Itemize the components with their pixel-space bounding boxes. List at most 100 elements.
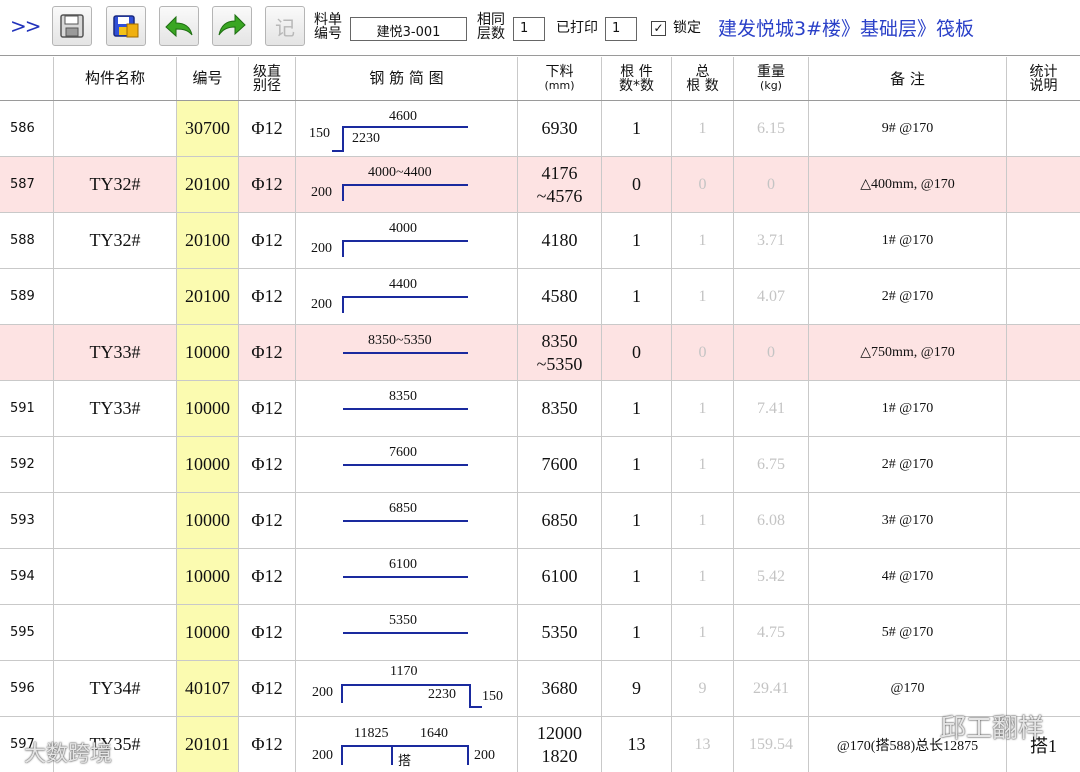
header-code[interactable]: 编号 bbox=[177, 57, 239, 100]
header-component-name[interactable]: 构件名称 bbox=[54, 57, 177, 100]
table-row[interactable]: 592 10000 Φ12 7600 7600 1 1 6.75 2# @170 bbox=[0, 437, 1080, 493]
cut-length-cell[interactable]: 3680 bbox=[518, 661, 602, 716]
header-cut-length[interactable]: 下料 (mm) bbox=[518, 57, 602, 100]
count-cell[interactable]: 1 bbox=[602, 437, 672, 492]
total-cell[interactable]: 1 bbox=[672, 437, 734, 492]
spec-cell[interactable]: Φ12 bbox=[239, 605, 296, 660]
total-cell[interactable]: 0 bbox=[672, 157, 734, 212]
spec-cell[interactable]: Φ12 bbox=[239, 325, 296, 380]
weight-cell[interactable]: 159.54 bbox=[734, 717, 809, 772]
table-row[interactable]: 588 TY32# 20100 Φ12 4000 200 4180 1 1 3.71 1# @170 bbox=[0, 213, 1080, 269]
rebar-sketch-cell[interactable]: 5350 bbox=[296, 605, 518, 660]
weight-cell[interactable]: 3.71 bbox=[734, 213, 809, 268]
remark-cell[interactable]: △400mm, @170 bbox=[809, 157, 1007, 212]
save-all-button[interactable] bbox=[106, 6, 146, 46]
remark-cell[interactable]: 4# @170 bbox=[809, 549, 1007, 604]
spec-cell[interactable]: Φ12 bbox=[239, 661, 296, 716]
spec-cell[interactable]: Φ12 bbox=[239, 437, 296, 492]
table-row[interactable]: 596 TY34# 40107 Φ12 1170 200 2230 150 3680 9 9 29.4… bbox=[0, 661, 1080, 717]
stats-cell[interactable] bbox=[1007, 493, 1080, 548]
component-name-cell[interactable] bbox=[54, 549, 177, 604]
total-cell[interactable]: 1 bbox=[672, 269, 734, 324]
table-row[interactable]: 591 TY33# 10000 Φ12 8350 8350 1 1 7.41 1# @170 bbox=[0, 381, 1080, 437]
weight-cell[interactable]: 6.75 bbox=[734, 437, 809, 492]
weight-cell[interactable]: 4.07 bbox=[734, 269, 809, 324]
code-cell[interactable]: 10000 bbox=[177, 493, 239, 548]
total-cell[interactable]: 1 bbox=[672, 549, 734, 604]
cut-length-cell[interactable]: 6100 bbox=[518, 549, 602, 604]
table-row[interactable]: 593 10000 Φ12 6850 6850 1 1 6.08 3# @170 bbox=[0, 493, 1080, 549]
rebar-sketch-cell[interactable]: 4600 150 2230 bbox=[296, 101, 518, 156]
rebar-sketch-cell[interactable]: 1170 200 2230 150 bbox=[296, 661, 518, 716]
cut-length-cell[interactable]: 4176 ~4576 bbox=[518, 157, 602, 212]
same-layers-input[interactable]: 1 bbox=[513, 17, 545, 41]
expand-toolbar-button[interactable]: >> bbox=[10, 14, 41, 38]
stats-cell[interactable] bbox=[1007, 269, 1080, 324]
rebar-sketch-cell[interactable]: 8350~5350 bbox=[296, 325, 518, 380]
total-cell[interactable]: 0 bbox=[672, 325, 734, 380]
total-cell[interactable]: 1 bbox=[672, 101, 734, 156]
header-count[interactable]: 根 件数*数 bbox=[602, 57, 672, 100]
rebar-sketch-cell[interactable]: 8350 bbox=[296, 381, 518, 436]
cut-length-cell[interactable]: 8350 bbox=[518, 381, 602, 436]
count-cell[interactable]: 0 bbox=[602, 157, 672, 212]
locked-checkbox[interactable]: ✓ bbox=[651, 21, 666, 36]
count-cell[interactable]: 9 bbox=[602, 661, 672, 716]
cut-length-cell[interactable]: 6850 bbox=[518, 493, 602, 548]
spec-cell[interactable]: Φ12 bbox=[239, 549, 296, 604]
code-cell[interactable]: 10000 bbox=[177, 549, 239, 604]
code-cell[interactable]: 10000 bbox=[177, 605, 239, 660]
component-name-cell[interactable] bbox=[54, 605, 177, 660]
header-weight[interactable]: 重量 (kg) bbox=[734, 57, 809, 100]
remark-cell[interactable]: 2# @170 bbox=[809, 269, 1007, 324]
total-cell[interactable]: 13 bbox=[672, 717, 734, 772]
rebar-sketch-cell[interactable]: 4000~4400 200 bbox=[296, 157, 518, 212]
total-cell[interactable]: 1 bbox=[672, 493, 734, 548]
stats-cell[interactable] bbox=[1007, 325, 1080, 380]
component-name-cell[interactable] bbox=[54, 437, 177, 492]
cut-length-cell[interactable]: 12000 1820 bbox=[518, 717, 602, 772]
component-name-cell[interactable]: TY34# bbox=[54, 661, 177, 716]
count-cell[interactable]: 1 bbox=[602, 605, 672, 660]
spec-cell[interactable]: Φ12 bbox=[239, 157, 296, 212]
code-cell[interactable]: 30700 bbox=[177, 101, 239, 156]
rebar-sketch-cell[interactable]: 7600 bbox=[296, 437, 518, 492]
code-cell[interactable]: 20100 bbox=[177, 213, 239, 268]
cut-length-cell[interactable]: 7600 bbox=[518, 437, 602, 492]
count-cell[interactable]: 1 bbox=[602, 101, 672, 156]
rebar-sketch-cell[interactable]: 6850 bbox=[296, 493, 518, 548]
rebar-sketch-cell[interactable]: 6100 bbox=[296, 549, 518, 604]
table-row[interactable]: 595 10000 Φ12 5350 5350 1 1 4.75 5# @170 bbox=[0, 605, 1080, 661]
stats-cell[interactable] bbox=[1007, 437, 1080, 492]
remark-cell[interactable]: 3# @170 bbox=[809, 493, 1007, 548]
spec-cell[interactable]: Φ12 bbox=[239, 101, 296, 156]
count-cell[interactable]: 1 bbox=[602, 269, 672, 324]
spec-cell[interactable]: Φ12 bbox=[239, 269, 296, 324]
total-cell[interactable]: 1 bbox=[672, 605, 734, 660]
rebar-sketch-cell[interactable]: 11825 1640 200 200 搭 bbox=[296, 717, 518, 772]
table-row[interactable]: TY33# 10000 Φ12 8350~5350 8350 ~5350 0 0 0 △750mm… bbox=[0, 325, 1080, 381]
weight-cell[interactable]: 0 bbox=[734, 325, 809, 380]
table-row[interactable]: 597 TY35# 20101 Φ12 11825 1640 200 200 搭 12000 182… bbox=[0, 717, 1080, 772]
table-row[interactable]: 587 TY32# 20100 Φ12 4000~4400 200 4176 ~4576 0 0 0… bbox=[0, 157, 1080, 213]
material-code-input[interactable]: 建悦3-001 bbox=[350, 17, 467, 41]
remark-cell[interactable]: 5# @170 bbox=[809, 605, 1007, 660]
redo-button[interactable] bbox=[212, 6, 252, 46]
header-stats[interactable]: 统计 说明 bbox=[1007, 57, 1080, 100]
printed-count-input[interactable]: 1 bbox=[605, 17, 637, 41]
component-name-cell[interactable] bbox=[54, 269, 177, 324]
code-cell[interactable]: 10000 bbox=[177, 325, 239, 380]
table-row[interactable]: 594 10000 Φ12 6100 6100 1 1 5.42 4# @170 bbox=[0, 549, 1080, 605]
count-cell[interactable]: 1 bbox=[602, 493, 672, 548]
cut-length-cell[interactable]: 4580 bbox=[518, 269, 602, 324]
component-name-cell[interactable]: TY32# bbox=[54, 213, 177, 268]
table-row[interactable]: 586 30700 Φ12 4600 150 2230 6930 1 1 6.15 9# @170 bbox=[0, 101, 1080, 157]
code-cell[interactable]: 40107 bbox=[177, 661, 239, 716]
count-cell[interactable]: 1 bbox=[602, 213, 672, 268]
stats-cell[interactable] bbox=[1007, 157, 1080, 212]
weight-cell[interactable]: 6.15 bbox=[734, 101, 809, 156]
rebar-sketch-cell[interactable]: 4400 200 bbox=[296, 269, 518, 324]
component-name-cell[interactable]: TY32# bbox=[54, 157, 177, 212]
stats-cell[interactable] bbox=[1007, 101, 1080, 156]
count-cell[interactable]: 13 bbox=[602, 717, 672, 772]
